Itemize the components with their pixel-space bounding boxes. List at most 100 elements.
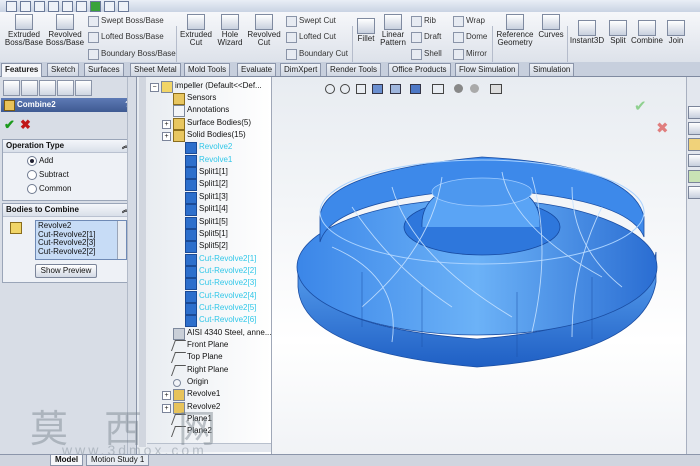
open-icon[interactable] <box>20 1 31 12</box>
bodies-selection-list[interactable]: Revolve2 Cut-Revolve2[1] Cut-Revolve2[3]… <box>35 220 127 260</box>
configuration-manager-tab-icon[interactable] <box>39 80 56 96</box>
fillet-button[interactable]: Fillet <box>354 18 378 43</box>
undo-icon[interactable] <box>62 1 73 12</box>
tree-scrollbar[interactable] <box>139 77 146 447</box>
extruded-cut-button[interactable]: Extruded Cut <box>178 14 214 47</box>
draft-button[interactable]: Draft <box>411 31 441 43</box>
tab-sheet-metal[interactable]: Sheet Metal <box>130 63 181 76</box>
tree-item[interactable]: Cut-Revolve2[6] <box>185 314 256 328</box>
shell-button[interactable]: Shell <box>411 48 442 60</box>
redo-icon[interactable] <box>76 1 87 12</box>
view-orientation-icon[interactable] <box>390 84 401 94</box>
tab-mold-tools[interactable]: Mold Tools <box>184 63 231 76</box>
revolved-boss-button[interactable]: Revolved Boss/Base <box>44 14 86 47</box>
lofted-cut-button[interactable]: Lofted Cut <box>286 31 336 43</box>
instant3d-button[interactable]: Instant3D <box>569 20 605 45</box>
tab-flow-simulation[interactable]: Flow Simulation <box>455 63 520 76</box>
tree-item[interactable]: Split1[2] <box>185 178 228 192</box>
tree-item[interactable]: Cut-Revolve2[4] <box>185 290 256 303</box>
list-item[interactable]: Cut-Revolve2[2] <box>38 247 124 257</box>
tree-item[interactable]: Split1[3] <box>185 191 228 204</box>
tree-item[interactable]: Split1[1] <box>185 166 228 180</box>
tree-item[interactable]: Annotations <box>173 104 229 118</box>
previous-view-icon[interactable] <box>356 84 366 94</box>
tab-dimxpert[interactable]: DimXpert <box>280 63 322 76</box>
ok-check-icon[interactable]: ✔ <box>4 117 15 133</box>
radio-common[interactable]: Common <box>27 183 71 194</box>
hole-wizard-button[interactable]: Hole Wizard <box>214 14 246 47</box>
extruded-boss-button[interactable]: Extruded Boss/Base <box>2 14 46 47</box>
group-header[interactable]: Bodies to Combine ︽ <box>3 204 133 217</box>
revolved-cut-button[interactable]: Revolved Cut <box>246 14 282 47</box>
dome-button[interactable]: Dome <box>453 31 487 43</box>
appearances-icon[interactable] <box>688 186 700 199</box>
rebuild-icon[interactable] <box>90 1 101 12</box>
display-style-icon[interactable] <box>410 84 421 94</box>
tab-surfaces[interactable]: Surfaces <box>84 63 124 76</box>
radio-subtract[interactable]: Subtract <box>27 169 69 180</box>
tree-item[interactable]: Cut-Revolve2[3] <box>185 277 256 291</box>
tree-item[interactable]: Right Plane <box>170 364 228 376</box>
graphics-area[interactable]: ✔ ✖ <box>272 77 686 454</box>
tab-sketch[interactable]: Sketch <box>47 63 80 76</box>
boundary-boss-button[interactable]: Boundary Boss/Base <box>88 48 176 60</box>
tree-root[interactable]: impeller (Default<<Def... <box>161 80 262 93</box>
rib-button[interactable]: Rib <box>411 15 436 27</box>
combine-button[interactable]: Combine <box>630 20 664 45</box>
list-scrollbar[interactable] <box>117 221 126 259</box>
cancel-corner-x-icon[interactable]: ✖ <box>656 119 669 137</box>
tree-item[interactable]: Sensors <box>173 92 216 105</box>
tree-item[interactable]: Split1[5] <box>185 216 228 229</box>
hide-show-items-icon[interactable] <box>432 84 444 94</box>
reference-geometry-button[interactable]: Reference Geometry <box>494 14 536 47</box>
wrap-button[interactable]: Wrap <box>453 15 485 27</box>
options-icon[interactable] <box>104 1 115 12</box>
tree-item[interactable]: Cut-Revolve2[2] <box>185 265 256 278</box>
edit-appearance-icon[interactable] <box>454 84 463 93</box>
tree-item[interactable]: Cut-Revolve2[1] <box>185 253 256 266</box>
show-preview-button[interactable]: Show Preview <box>35 264 97 278</box>
print-icon[interactable] <box>48 1 59 12</box>
tree-item[interactable]: Split5[2] <box>185 240 228 254</box>
new-icon[interactable] <box>6 1 17 12</box>
zoom-to-area-icon[interactable] <box>340 84 350 94</box>
save-icon[interactable] <box>34 1 45 12</box>
zoom-to-fit-icon[interactable] <box>325 84 335 94</box>
tree-item[interactable]: Split1[4] <box>185 203 228 217</box>
tree-item[interactable]: Front Plane <box>170 339 228 351</box>
impeller-model[interactable] <box>272 77 686 454</box>
tab-simulation[interactable]: Simulation <box>529 63 575 76</box>
tree-item[interactable]: Split5[1] <box>185 228 228 241</box>
file-explorer-icon[interactable] <box>688 138 700 151</box>
tab-office-products[interactable]: Office Products <box>388 63 451 76</box>
search-icon[interactable] <box>688 154 700 167</box>
section-view-icon[interactable] <box>372 84 383 94</box>
select-icon[interactable] <box>118 1 129 12</box>
tab-features[interactable]: Features <box>1 63 43 77</box>
tab-render-tools[interactable]: Render Tools <box>326 63 381 76</box>
tree-item[interactable]: Cut-Revolve2[5] <box>185 302 256 315</box>
lofted-boss-button[interactable]: Lofted Boss/Base <box>88 31 164 43</box>
radio-add[interactable]: Add <box>27 155 53 166</box>
tab-evaluate[interactable]: Evaluate <box>237 63 277 76</box>
split-button[interactable]: Split <box>607 20 629 45</box>
tree-item[interactable]: Top Plane <box>170 351 223 364</box>
swept-boss-button[interactable]: Swept Boss/Base <box>88 15 164 27</box>
design-library-icon[interactable] <box>688 122 700 135</box>
mirror-button[interactable]: Mirror <box>453 48 487 60</box>
expand-toggle-icon[interactable]: + <box>162 132 171 142</box>
join-button[interactable]: Join <box>665 20 687 45</box>
feature-manager-tab-icon[interactable] <box>3 80 20 96</box>
boundary-cut-button[interactable]: Boundary Cut <box>286 48 348 60</box>
tree-item[interactable]: Revolve1 <box>185 154 232 167</box>
dimxpert-manager-tab-icon[interactable] <box>57 80 74 96</box>
display-manager-tab-icon[interactable] <box>75 80 92 96</box>
solidworks-resources-icon[interactable] <box>688 106 700 119</box>
linear-pattern-button[interactable]: Linear Pattern <box>378 14 408 47</box>
group-header[interactable]: Operation Type ︽ <box>3 140 133 153</box>
apply-scene-icon[interactable] <box>470 84 479 93</box>
tree-item[interactable]: AISI 4340 Steel, anne... <box>173 327 272 340</box>
cancel-x-icon[interactable]: ✖ <box>20 117 31 133</box>
expand-toggle-icon[interactable]: + <box>162 119 171 129</box>
swept-cut-button[interactable]: Swept Cut <box>286 15 336 27</box>
